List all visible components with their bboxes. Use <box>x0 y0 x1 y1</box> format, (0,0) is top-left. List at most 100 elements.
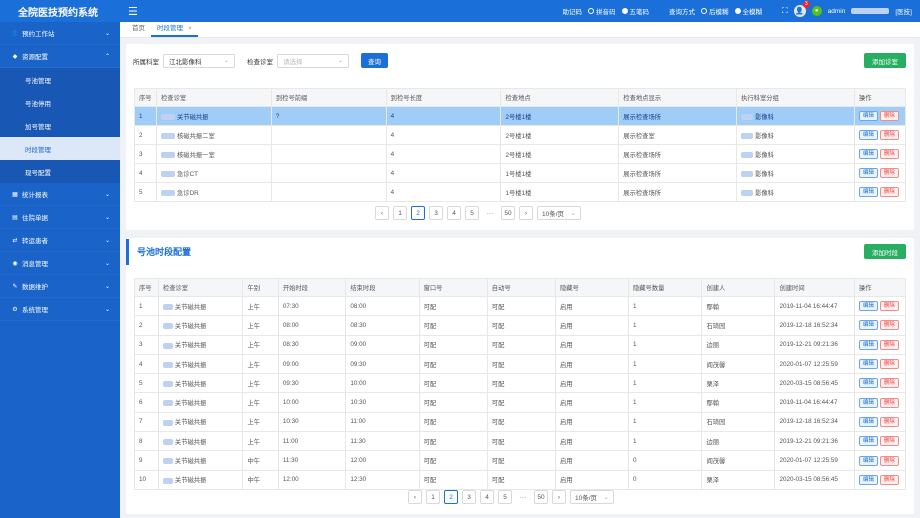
delete-button[interactable]: 删除 <box>879 187 899 197</box>
page-size-select[interactable]: 10条/页 ⌄ <box>537 206 581 220</box>
delete-button[interactable]: 删除 <box>879 168 899 178</box>
add-room-button[interactable]: 添加诊室 <box>864 53 906 68</box>
edit-button[interactable]: 编辑 <box>858 359 878 370</box>
table-row[interactable]: 4 关节磁共振 上午 09:00 09:30 可配 可配 启用 1 阎茂馨 2020-01-07 1… <box>134 353 907 375</box>
page-button[interactable]: 3 <box>462 490 476 504</box>
edit-button[interactable]: 编辑 <box>858 474 878 485</box>
delete-button[interactable]: 删除 <box>879 130 899 140</box>
chevron-down-icon: ⌄ <box>104 191 110 198</box>
delete-button[interactable]: 删除 <box>879 436 899 447</box>
table-row[interactable]: 2 关节磁共振 上午 08:00 08:30 可配 可配 启用 1 石琦园 2019-12-18 1… <box>134 315 907 336</box>
sidebar-item-1[interactable]: ◆ 资源配置 ⌃ <box>0 45 120 68</box>
delete-button[interactable]: 删除 <box>879 149 899 159</box>
gear-icon: ⚙ <box>12 306 18 313</box>
ellipsis-icon[interactable]: ··· <box>483 206 497 220</box>
edit-button[interactable]: 编辑 <box>858 416 878 427</box>
sidebar-item-5[interactable]: ◉ 消息管理 ⌄ <box>0 252 120 275</box>
sidebar-subitem-3[interactable]: 时段管理 <box>0 137 120 160</box>
sidebar-item-7[interactable]: ⚙ 系统管理 ⌄ <box>0 298 120 321</box>
user-name[interactable]: admin <box>828 8 846 15</box>
next-page-icon[interactable]: › <box>552 490 566 504</box>
edit-button[interactable]: 编辑 <box>858 378 878 389</box>
delete-button[interactable]: 删除 <box>879 320 899 331</box>
radio-pinyin[interactable]: 拼音码 <box>588 6 616 16</box>
tab-home[interactable]: 首页 <box>126 22 151 37</box>
radio-wubi[interactable]: 五笔码 <box>621 6 649 16</box>
sidebar-item-0[interactable]: 👤 预约工作站 ⌄ <box>0 22 120 45</box>
fullscreen-icon[interactable]: ⛶ <box>782 6 788 16</box>
delete-button[interactable]: 删除 <box>879 378 899 389</box>
table-row[interactable]: 1 关节磁共振 上午 07:30 08:00 可配 可配 启用 1 鄢翰 2019-11-04 16… <box>134 295 907 317</box>
edit-button[interactable]: 编辑 <box>858 168 878 178</box>
tab-time-slot[interactable]: 时段管理 × <box>151 22 198 37</box>
page-button[interactable]: 5 <box>498 490 512 504</box>
delete-button[interactable]: 删除 <box>879 397 899 408</box>
table-row[interactable]: 1 关节磁共振? 4 2号楼1楼 展示检查场所 影像科 编辑 删除 <box>134 106 907 126</box>
table-row[interactable]: 3 核磁共振一室 4 2号楼1楼 展示检查场所 影像科 编辑 删除 <box>134 144 907 164</box>
delete-button[interactable]: 删除 <box>879 301 899 312</box>
page-button-last[interactable]: 50 <box>534 490 548 504</box>
page-button[interactable]: 3 <box>429 206 443 220</box>
table-row[interactable]: 7 关节磁共振 上午 10:30 11:00 可配 可配 启用 1 石琦园 2019-12-18 1… <box>134 411 907 433</box>
edit-button[interactable]: 编辑 <box>858 320 878 331</box>
page-button-last[interactable]: 50 <box>501 206 515 220</box>
page-size-select[interactable]: 10条/页 ⌄ <box>570 490 614 504</box>
room-select[interactable]: 请选择 ⌄ <box>277 53 349 68</box>
page-button[interactable]: 2 <box>411 206 425 220</box>
delete-button[interactable]: 删除 <box>879 416 899 427</box>
prev-page-icon[interactable]: ‹ <box>408 490 422 504</box>
user-avatar[interactable]: ● <box>811 6 822 16</box>
sidebar-item-2[interactable]: ▦ 统计报表 ⌄ <box>0 183 120 206</box>
edit-button[interactable]: 编辑 <box>858 111 878 121</box>
next-page-icon[interactable]: › <box>519 206 533 220</box>
edit-button[interactable]: 编辑 <box>858 187 878 197</box>
table-row[interactable]: 4 急诊CT 4 1号楼1楼 展示检查场所 影像科 编辑 删除 <box>134 163 907 183</box>
notification-icon[interactable]: 👤 3 <box>793 1 810 17</box>
table-row[interactable]: 6 关节磁共振 上午 10:00 10:30 可配 可配 启用 1 鄢翰 2019-11-04 16… <box>134 392 907 413</box>
table-row[interactable]: 5 关节磁共振 上午 09:30 10:00 可配 可配 启用 1 栗泽 2020-03-15 08… <box>134 373 907 394</box>
delete-button[interactable]: 删除 <box>879 455 899 466</box>
radio-full-fuzzy[interactable]: 全模糊 <box>734 6 762 16</box>
dept-select[interactable]: 江北影像科 ⌄ <box>163 53 235 68</box>
sidebar-item-6[interactable]: ✎ 数据维护 ⌄ <box>0 275 120 298</box>
edit-button[interactable]: 编辑 <box>858 301 878 312</box>
edit-button[interactable]: 编辑 <box>858 397 878 408</box>
cell-prefix <box>270 125 387 145</box>
page-button[interactable]: 4 <box>480 490 494 504</box>
sidebar-subitem-1[interactable]: 号池停用 <box>0 91 120 114</box>
cell-end: 09:30 <box>345 353 420 375</box>
sidebar-subitem-0[interactable]: 号池管理 <box>0 68 120 91</box>
table-row[interactable]: 2 核磁共振二室 4 2号楼1楼 展示检查室 影像科 编辑 删除 <box>134 125 907 145</box>
table-row[interactable]: 8 关节磁共振 上午 11:00 11:30 可配 可配 启用 1 边丽 2019-12-21 09… <box>134 431 907 452</box>
delete-button[interactable]: 删除 <box>879 111 899 121</box>
edit-button[interactable]: 编辑 <box>858 455 878 466</box>
sidebar-subitem-4[interactable]: 现号配置 <box>0 160 120 183</box>
page-button[interactable]: 2 <box>444 490 458 504</box>
table-row[interactable]: 3 关节磁共振 上午 08:30 09:00 可配 可配 启用 1 边丽 2019-12-21 09… <box>134 334 907 355</box>
search-button[interactable]: 查询 <box>361 53 388 68</box>
table-row[interactable]: 10 关节磁共振 中午 12:00 12:30 可配 可配 启用 0 栗泽 2020-03-15 0… <box>134 469 907 490</box>
table-row[interactable]: 5 急诊DR 4 1号楼1楼 展示检查场所 影像科 编辑 删除 <box>134 182 907 202</box>
prev-page-icon[interactable]: ‹ <box>375 206 389 220</box>
page-button[interactable]: 4 <box>447 206 461 220</box>
sidebar-subitem-2[interactable]: 加号管理 <box>0 114 120 137</box>
edit-button[interactable]: 编辑 <box>858 149 878 159</box>
sidebar-item-3[interactable]: ▤ 住院单据 ⌄ <box>0 206 120 229</box>
edit-button[interactable]: 编辑 <box>858 339 878 350</box>
page-button[interactable]: 1 <box>426 490 440 504</box>
delete-button[interactable]: 删除 <box>879 359 899 370</box>
sidebar-item-4[interactable]: ⇄ 转运患者 ⌄ <box>0 229 120 252</box>
radio-back-fuzzy[interactable]: 后模糊 <box>701 6 729 16</box>
page-button[interactable]: 1 <box>393 206 407 220</box>
delete-button[interactable]: 删除 <box>879 474 899 485</box>
edit-button[interactable]: 编辑 <box>858 436 878 447</box>
close-icon[interactable]: × <box>188 25 192 32</box>
menu-toggle-icon[interactable]: ☰ <box>128 5 138 18</box>
add-slot-button[interactable]: 添加时段 <box>864 244 906 259</box>
pagination: ‹ 1 2 3 4 5 ··· 50 › 10条/页 ⌄ <box>408 490 614 504</box>
delete-button[interactable]: 删除 <box>879 339 899 350</box>
table-row[interactable]: 9 关节磁共振 中午 11:30 12:00 可配 可配 启用 0 阎茂馨 2020-01-07 1… <box>134 450 907 471</box>
ellipsis-icon[interactable]: ··· <box>516 490 530 504</box>
page-button[interactable]: 5 <box>465 206 479 220</box>
edit-button[interactable]: 编辑 <box>858 130 878 140</box>
